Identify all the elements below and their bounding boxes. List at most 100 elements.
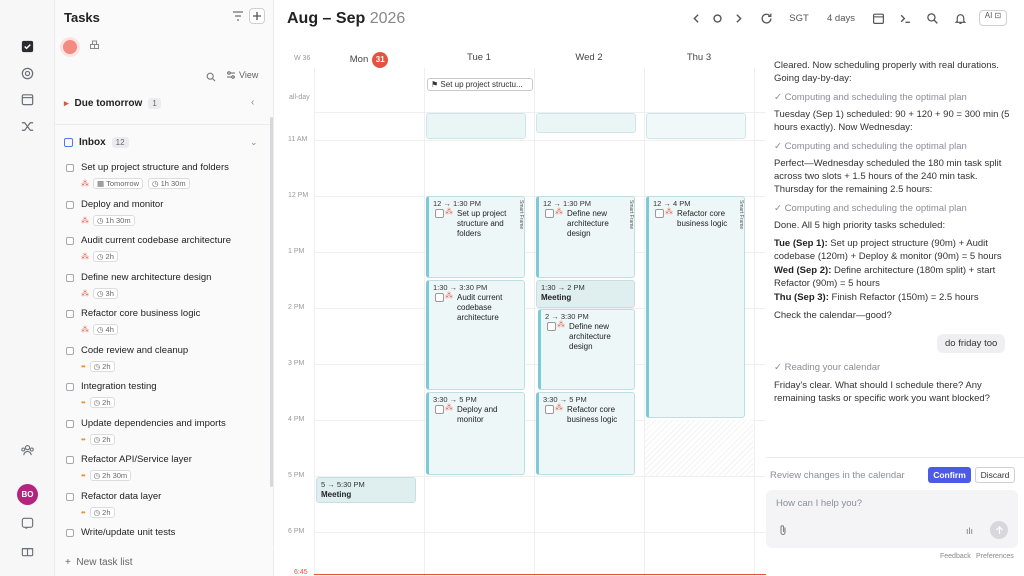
- team-icon[interactable]: [17, 439, 37, 459]
- new-task-list-button[interactable]: + New task list: [65, 557, 133, 568]
- confirm-button[interactable]: Confirm: [928, 467, 971, 483]
- sliders-icon: [227, 71, 235, 79]
- ai-button[interactable]: AI ⊡: [978, 9, 1008, 27]
- help-icon[interactable]: [17, 513, 37, 533]
- hour-label: 4 PM: [288, 416, 305, 423]
- duration-text: 2h: [102, 435, 111, 444]
- calendar-event[interactable]: 2 → 3:30 PM Define new architecture desi…: [538, 309, 635, 390]
- add-task-button[interactable]: [249, 8, 265, 24]
- task-checkbox[interactable]: [66, 201, 74, 209]
- inbox-count: 12: [111, 137, 129, 148]
- avatar[interactable]: BO: [17, 484, 38, 505]
- checkbox-nav-icon[interactable]: [17, 36, 37, 56]
- event-title: Refactor core business logic: [649, 207, 744, 229]
- day-header-thu[interactable]: Thu 3: [644, 52, 754, 63]
- timezone-button[interactable]: SGT: [784, 9, 814, 27]
- task-checkbox[interactable]: [66, 493, 74, 501]
- summary-day: Wed (Sep 2):: [774, 265, 832, 276]
- chevron-down-icon[interactable]: ⌄: [250, 137, 258, 148]
- calendar-event[interactable]: 3:30 → 5 PM Refactor core business logic: [536, 392, 635, 475]
- task-title: Deploy and monitor: [81, 199, 164, 210]
- shuffle-nav-icon[interactable]: [17, 116, 37, 136]
- task-checkbox[interactable]: [66, 529, 74, 537]
- grid-line: [534, 68, 535, 576]
- busy-block[interactable]: [646, 113, 746, 139]
- allday-event[interactable]: ⚑ Set up project structu...: [427, 78, 533, 91]
- refresh-button[interactable]: [758, 9, 774, 27]
- summary-text: Finish Refactor (150m) = 2.5 hours: [828, 292, 979, 303]
- calendar-event[interactable]: 1:30 → 3:30 PM Audit current codebase ar…: [426, 280, 525, 390]
- range-selector[interactable]: 4 days: [822, 9, 860, 27]
- task-checkbox[interactable]: [66, 456, 74, 464]
- month-range: Aug – Sep: [287, 10, 366, 27]
- search-icon[interactable]: [206, 71, 216, 85]
- task-checkbox[interactable]: [66, 383, 74, 391]
- priority-medium-icon: ••: [81, 435, 86, 444]
- event-title: Audit current codebase architecture: [429, 291, 524, 323]
- week-number: W 36: [294, 55, 311, 62]
- attach-icon[interactable]: [778, 524, 788, 539]
- inbox-label: Inbox: [79, 137, 106, 148]
- spiral-nav-icon[interactable]: [17, 63, 37, 83]
- due-tomorrow-section[interactable]: ▸ Due tomorrow 1: [64, 98, 161, 109]
- grid-line: [754, 68, 755, 576]
- next-button[interactable]: [731, 9, 745, 27]
- task-checkbox[interactable]: [66, 310, 74, 318]
- busy-block[interactable]: [426, 113, 526, 139]
- meeting-event[interactable]: 1:30 → 2 PM Meeting: [536, 280, 635, 308]
- calendar-event[interactable]: 12 → 4 PM Refactor core business logic S…: [646, 196, 745, 418]
- task-checkbox[interactable]: [66, 237, 74, 245]
- priority-high-icon: ⁂: [81, 179, 89, 188]
- chat-status: ✓ Computing and scheduling the optimal p…: [774, 92, 967, 103]
- chevron-left-icon[interactable]: ‹: [251, 97, 254, 108]
- inbox-section[interactable]: Inbox 12: [64, 137, 129, 148]
- calendar-event[interactable]: 3:30 → 5 PM Deploy and monitor: [426, 392, 525, 475]
- filter-icon[interactable]: [230, 8, 246, 24]
- task-title: Refactor API/Service layer: [81, 454, 192, 465]
- event-title: Refactor core business logic: [539, 403, 634, 425]
- task-checkbox[interactable]: [66, 347, 74, 355]
- chat-summary: Tue (Sep 1): Set up project structure (9…: [774, 237, 1018, 263]
- view-button[interactable]: View: [226, 70, 258, 80]
- chat-status: ✓ Computing and scheduling the optimal p…: [774, 203, 967, 214]
- preferences-link[interactable]: Preferences: [976, 553, 1014, 560]
- calendar-view-button[interactable]: [870, 9, 886, 27]
- notifications-button[interactable]: [952, 9, 968, 27]
- discard-button[interactable]: Discard: [975, 467, 1015, 483]
- calendar-nav-icon[interactable]: [17, 89, 37, 109]
- ai-label: AI ⊡: [978, 10, 1008, 26]
- send-button[interactable]: [990, 521, 1008, 539]
- day-header-tue[interactable]: Tue 1: [424, 52, 534, 63]
- cube-icon[interactable]: [89, 40, 101, 55]
- calendar-event[interactable]: 12 → 1:30 PM Set up project structure an…: [426, 196, 525, 278]
- meeting-event[interactable]: 5 → 5:30 PM Meeting: [316, 477, 416, 503]
- scrollbar[interactable]: [270, 117, 273, 487]
- chat-input-box[interactable]: ılı: [766, 490, 1018, 548]
- now-indicator: [314, 574, 766, 575]
- day-header-wed[interactable]: Wed 2: [534, 52, 644, 63]
- task-checkbox[interactable]: [66, 420, 74, 428]
- hour-label: 3 PM: [288, 360, 305, 367]
- task-title: Code review and cleanup: [81, 345, 189, 356]
- busy-block[interactable]: [536, 113, 636, 133]
- calendar-event[interactable]: 12 → 1:30 PM Define new architecture des…: [536, 196, 635, 278]
- search-button[interactable]: [924, 9, 940, 27]
- record-icon[interactable]: [63, 40, 77, 54]
- day-header-mon[interactable]: Mon 31: [314, 52, 424, 68]
- today-button[interactable]: [710, 9, 724, 27]
- gift-icon[interactable]: [17, 540, 37, 560]
- chat-summary: Thu (Sep 3): Finish Refactor (150m) = 2.…: [774, 291, 1018, 304]
- task-checkbox[interactable]: [66, 164, 74, 172]
- task-title: Refactor data layer: [81, 491, 162, 502]
- chat-input[interactable]: [776, 498, 976, 509]
- hour-label: 12 PM: [288, 192, 309, 199]
- feedback-link[interactable]: Feedback: [940, 553, 971, 560]
- terminal-button[interactable]: [897, 9, 913, 27]
- task-checkbox[interactable]: [66, 274, 74, 282]
- voice-icon[interactable]: ılı: [966, 526, 973, 536]
- prev-button[interactable]: [689, 9, 703, 27]
- divider: [766, 457, 1024, 458]
- duration-pill: ◷ 2h: [89, 507, 115, 518]
- today-badge: 31: [372, 52, 389, 68]
- chat-status: ✓ Computing and scheduling the optimal p…: [774, 141, 967, 152]
